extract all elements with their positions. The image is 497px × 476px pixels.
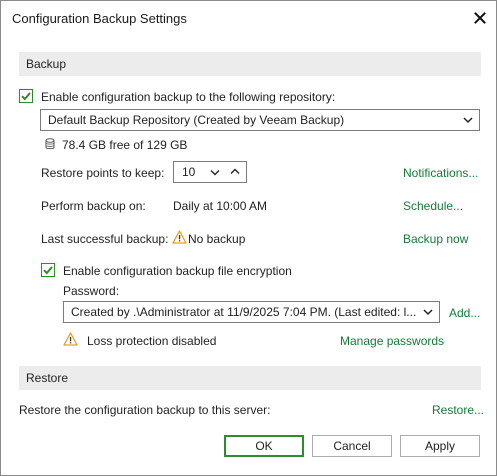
perform-backup-label: Perform backup on: bbox=[41, 199, 146, 213]
backup-now-link[interactable]: Backup now bbox=[403, 232, 468, 246]
chevron-down-icon bbox=[463, 117, 473, 124]
add-password-link[interactable]: Add... bbox=[449, 306, 480, 320]
apply-button[interactable]: Apply bbox=[400, 435, 480, 457]
last-backup-label: Last successful backup: bbox=[41, 232, 169, 246]
password-label: Password: bbox=[63, 284, 120, 298]
loss-protection-text: Loss protection disabled bbox=[87, 334, 217, 348]
close-icon bbox=[474, 12, 486, 24]
restore-label: Restore the configuration backup to this… bbox=[19, 403, 271, 417]
spin-up-button[interactable] bbox=[230, 168, 240, 175]
last-backup-value: No backup bbox=[188, 232, 246, 246]
warning-icon bbox=[172, 230, 187, 244]
restore-points-label: Restore points to keep: bbox=[41, 166, 165, 180]
enable-encryption-label[interactable]: Enable configuration backup file encrypt… bbox=[63, 264, 292, 278]
enable-encryption-checkbox[interactable] bbox=[41, 263, 55, 277]
close-button[interactable] bbox=[471, 9, 489, 27]
manage-passwords-link[interactable]: Manage passwords bbox=[340, 334, 444, 348]
configuration-backup-dialog: Configuration Backup Settings Backup Ena… bbox=[0, 0, 497, 476]
warning-icon bbox=[63, 332, 78, 346]
notifications-link[interactable]: Notifications... bbox=[403, 166, 478, 180]
backup-section-header: Backup bbox=[19, 52, 481, 76]
restore-points-spinner[interactable]: 10 bbox=[173, 161, 247, 183]
checkmark-icon bbox=[43, 266, 53, 275]
schedule-link[interactable]: Schedule... bbox=[403, 199, 463, 213]
dialog-title: Configuration Backup Settings bbox=[12, 11, 187, 26]
ok-button[interactable]: OK bbox=[224, 435, 304, 457]
password-select[interactable]: Created by .\Administrator at 11/9/2025 … bbox=[63, 301, 440, 323]
repository-select-value: Default Backup Repository (Created by Ve… bbox=[48, 113, 345, 127]
cancel-button[interactable]: Cancel bbox=[312, 435, 392, 457]
free-space-text: 78.4 GB free of 129 GB bbox=[62, 138, 188, 152]
restore-link[interactable]: Restore... bbox=[432, 403, 484, 417]
chevron-down-icon bbox=[423, 309, 433, 316]
repository-select[interactable]: Default Backup Repository (Created by Ve… bbox=[40, 109, 480, 131]
enable-backup-checkbox[interactable] bbox=[19, 89, 33, 103]
restore-section-header: Restore bbox=[19, 366, 481, 390]
title-bar: Configuration Backup Settings bbox=[1, 1, 496, 37]
spin-down-button[interactable] bbox=[210, 169, 220, 176]
checkmark-icon bbox=[21, 92, 31, 101]
password-select-value: Created by .\Administrator at 11/9/2025 … bbox=[71, 305, 417, 319]
database-icon bbox=[45, 138, 55, 150]
enable-backup-label[interactable]: Enable configuration backup to the follo… bbox=[41, 90, 335, 104]
restore-points-value: 10 bbox=[182, 165, 196, 179]
perform-backup-value: Daily at 10:00 AM bbox=[173, 199, 268, 213]
